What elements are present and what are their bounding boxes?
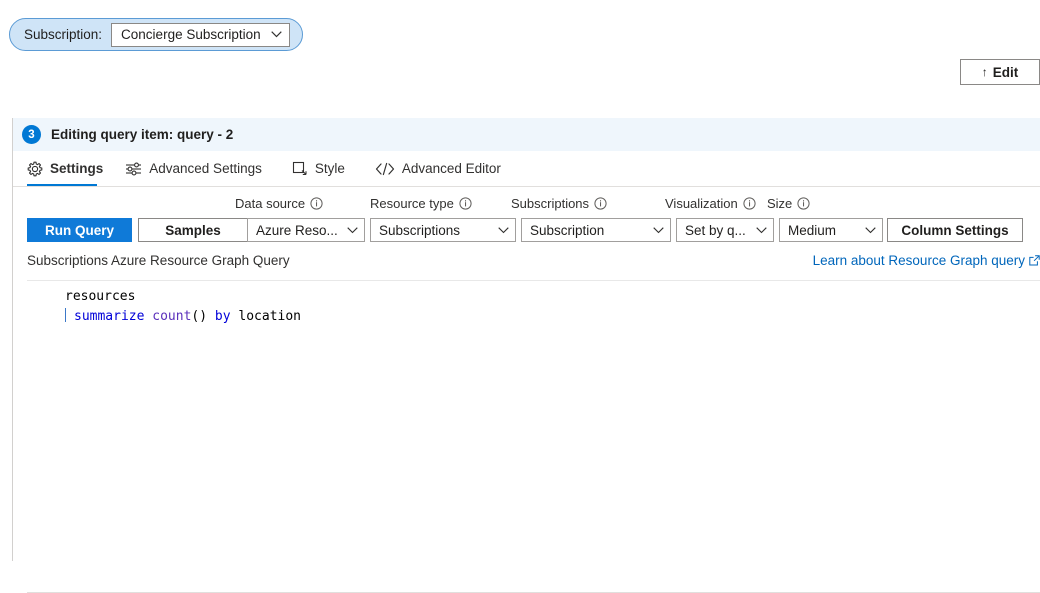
- info-icon[interactable]: [459, 197, 472, 210]
- resource-type-dropdown[interactable]: Subscriptions: [370, 218, 516, 242]
- info-icon[interactable]: [743, 197, 756, 210]
- chevron-down-icon: [865, 226, 876, 233]
- style-icon: [292, 161, 307, 175]
- tab-advanced-editor[interactable]: Advanced Editor: [375, 151, 515, 186]
- kql-query-editor[interactable]: resources summarize count() by location: [27, 280, 1040, 592]
- step-number-badge: 3: [22, 125, 41, 144]
- label-subscriptions: Subscriptions: [511, 196, 607, 211]
- tab-settings[interactable]: Settings: [27, 151, 109, 186]
- subscriptions-value: Subscription: [530, 222, 605, 238]
- subscriptions-dropdown[interactable]: Subscription: [521, 218, 671, 242]
- edit-button[interactable]: ↑ Edit: [960, 59, 1040, 85]
- info-icon[interactable]: [310, 197, 323, 210]
- size-dropdown[interactable]: Medium: [779, 218, 883, 242]
- visualization-value: Set by q...: [685, 222, 746, 238]
- tab-advanced-settings[interactable]: Advanced Settings: [125, 151, 276, 186]
- chevron-down-icon: [270, 31, 282, 38]
- control-row: Run Query Samples Azure Reso... Subscrip…: [13, 218, 1040, 242]
- chevron-down-icon: [653, 226, 664, 233]
- external-link-icon: [1029, 255, 1040, 266]
- label-visualization: Visualization: [665, 196, 756, 211]
- code-token-by: by: [214, 309, 239, 324]
- gear-icon: [27, 161, 43, 176]
- query-description-row: Subscriptions Azure Resource Graph Query…: [13, 253, 1040, 279]
- subscription-filter-pill: Subscription: Concierge Subscription: [9, 18, 303, 51]
- pencil-icon: ↑: [981, 65, 988, 79]
- tab-settings-label: Settings: [50, 161, 104, 176]
- chevron-down-icon: [347, 226, 358, 233]
- query-description: Subscriptions Azure Resource Graph Query: [27, 253, 290, 268]
- size-value: Medium: [788, 222, 837, 238]
- text-caret: [65, 308, 66, 322]
- tab-advanced-editor-label: Advanced Editor: [401, 161, 501, 176]
- label-data-source: Data source: [235, 196, 323, 211]
- resource-type-value: Subscriptions: [379, 222, 461, 238]
- samples-button[interactable]: Samples: [138, 218, 248, 242]
- code-line-2: summarize count() by location: [27, 307, 1040, 327]
- label-resource-type-text: Resource type: [370, 196, 454, 211]
- run-query-button-label: Run Query: [44, 222, 114, 238]
- label-data-source-text: Data source: [235, 196, 306, 211]
- query-editing-panel: 3 Editing query item: query - 2 Settings…: [12, 118, 1040, 593]
- subscription-dropdown[interactable]: Concierge Subscription: [111, 22, 290, 47]
- learn-resource-graph-link[interactable]: Learn about Resource Graph query: [813, 253, 1040, 268]
- editor-tabs: Settings Advanced Settings Style Advance…: [13, 151, 1040, 187]
- subscription-label: Subscription:: [24, 27, 103, 42]
- panel-title: Editing query item: query - 2: [51, 127, 234, 142]
- column-settings-button-label: Column Settings: [901, 222, 1009, 238]
- column-settings-button[interactable]: Column Settings: [887, 218, 1023, 242]
- tab-style-label: Style: [314, 161, 345, 176]
- tab-advanced-settings-label: Advanced Settings: [149, 161, 262, 176]
- run-query-button[interactable]: Run Query: [27, 218, 132, 242]
- subscription-dropdown-value: Concierge Subscription: [121, 27, 261, 42]
- data-source-dropdown[interactable]: Azure Reso...: [247, 218, 365, 242]
- label-subscriptions-text: Subscriptions: [511, 196, 590, 211]
- label-visualization-text: Visualization: [665, 196, 738, 211]
- label-size: Size: [767, 196, 810, 211]
- chevron-down-icon: [498, 226, 509, 233]
- panel-header: 3 Editing query item: query - 2: [13, 118, 1040, 151]
- data-source-value: Azure Reso...: [256, 222, 338, 238]
- edit-button-label: Edit: [992, 64, 1019, 80]
- code-line-1: resources: [65, 289, 136, 304]
- label-size-text: Size: [767, 196, 793, 211]
- tab-style[interactable]: Style: [292, 151, 359, 186]
- label-resource-type: Resource type: [370, 196, 472, 211]
- info-icon[interactable]: [797, 197, 810, 210]
- code-token-count: count: [152, 309, 192, 324]
- sliders-icon: [126, 162, 142, 175]
- info-icon[interactable]: [594, 197, 607, 210]
- samples-button-label: Samples: [165, 222, 221, 238]
- visualization-dropdown[interactable]: Set by q...: [676, 218, 774, 242]
- control-labels-row: Data source Resource type Subscriptions …: [13, 196, 1040, 216]
- chevron-down-icon: [756, 226, 767, 233]
- code-token-parens: (): [191, 309, 215, 324]
- learn-resource-graph-link-label: Learn about Resource Graph query: [812, 253, 1025, 268]
- code-token-location: location: [238, 309, 302, 324]
- code-icon: [375, 162, 394, 175]
- code-token-summarize: summarize: [74, 309, 153, 324]
